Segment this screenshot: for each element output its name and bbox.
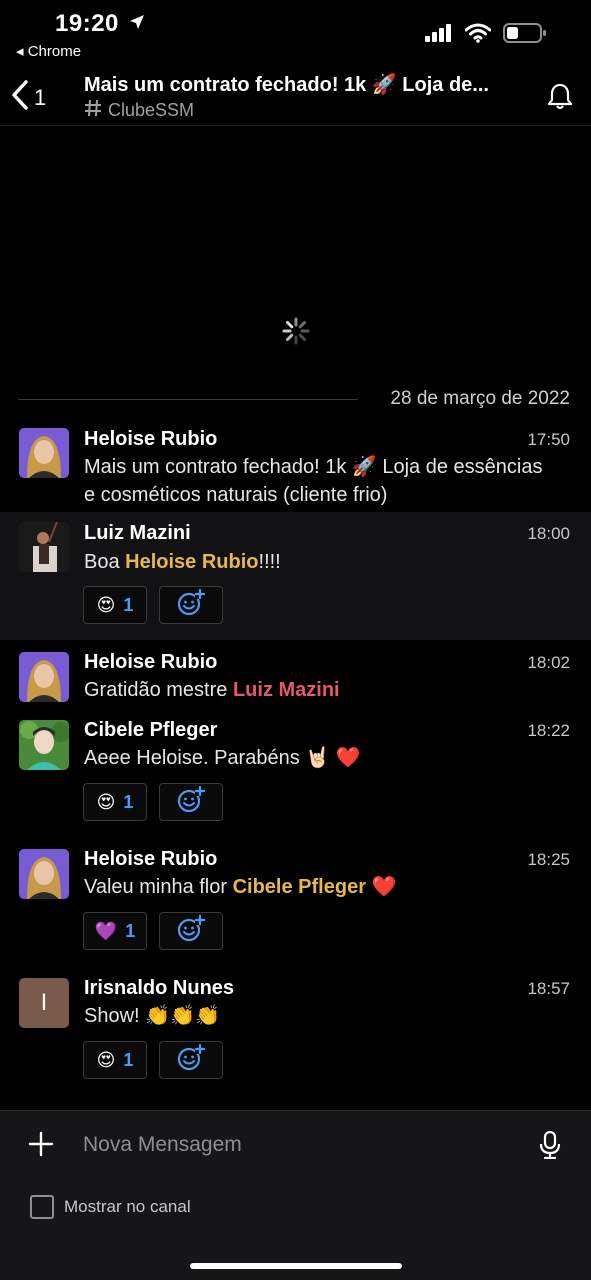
date-divider: 28 de março de 2022 bbox=[18, 386, 574, 414]
reactions-row: 😍 1 bbox=[83, 783, 223, 821]
message-text-part: Boa bbox=[84, 551, 126, 573]
signal-icon bbox=[425, 24, 453, 47]
thread-header: 1 Mais um contrato fechado! 1k 🚀 Loja de… bbox=[0, 66, 591, 126]
reaction-chip[interactable]: 💜 1 bbox=[83, 912, 147, 950]
message-text-part: Valeu minha flor bbox=[84, 876, 233, 898]
message-text: Aeee Heloise. Parabéns 🤘🏻 ❤️ bbox=[84, 747, 361, 769]
message-item[interactable]: Heloise Rubio 18:02 Gratidão mestre Luiz… bbox=[0, 645, 591, 707]
message-item[interactable]: Luiz Mazini 18:00 Boa Heloise Rubio!!!! … bbox=[0, 512, 591, 640]
add-emoji-icon bbox=[177, 785, 206, 819]
message-time: 18:00 bbox=[527, 524, 570, 543]
checkbox-label: Mostrar no canal bbox=[64, 1197, 191, 1216]
message-author[interactable]: Heloise Rubio bbox=[84, 651, 217, 674]
add-reaction-button[interactable] bbox=[159, 586, 223, 624]
message-item[interactable]: Heloise Rubio 18:25 Valeu minha flor Cib… bbox=[0, 842, 591, 962]
show-in-channel-option[interactable]: Mostrar no canal bbox=[30, 1195, 191, 1219]
unread-count: 1 bbox=[34, 84, 47, 110]
chevron-left-icon bbox=[10, 80, 30, 115]
message-author[interactable]: Cibele Pfleger bbox=[84, 719, 217, 742]
location-arrow-icon bbox=[128, 13, 146, 36]
divider-line bbox=[18, 399, 358, 400]
message-time: 18:02 bbox=[527, 653, 570, 672]
reaction-emoji: 💜 bbox=[94, 920, 118, 941]
status-icons bbox=[425, 22, 547, 49]
status-bar: 19:20 ◂ Chrome bbox=[0, 0, 591, 66]
reaction-emoji: 😍 bbox=[96, 594, 116, 615]
battery-icon bbox=[503, 22, 547, 49]
message-item[interactable]: Heloise Rubio 17:50 Mais um contrato fec… bbox=[0, 422, 591, 512]
message-text: Boa Heloise Rubio!!!! bbox=[84, 548, 554, 576]
reaction-chip[interactable]: 😍 1 bbox=[83, 783, 147, 821]
message-text: Show! 👏👏👏 bbox=[84, 1005, 220, 1027]
message-text-part: !!!! bbox=[258, 551, 281, 573]
add-emoji-icon bbox=[177, 914, 206, 948]
reactions-row: 😍 1 bbox=[83, 586, 223, 624]
avatar[interactable] bbox=[19, 652, 69, 702]
reactions-row: 😍 1 bbox=[83, 1041, 223, 1079]
date-label: 28 de março de 2022 bbox=[390, 388, 570, 409]
reaction-count: 1 bbox=[123, 791, 134, 812]
avatar[interactable] bbox=[19, 849, 69, 899]
user-mention[interactable]: Cibele Pfleger bbox=[233, 876, 366, 898]
hash-icon bbox=[84, 99, 102, 122]
message-author[interactable]: Luiz Mazini bbox=[84, 522, 191, 545]
reaction-chip[interactable]: 😍 1 bbox=[83, 586, 147, 624]
message-time: 18:22 bbox=[527, 721, 570, 740]
message-item[interactable]: Cibele Pfleger 18:22 Aeee Heloise. Parab… bbox=[0, 713, 591, 833]
add-emoji-icon bbox=[177, 1043, 206, 1077]
avatar[interactable] bbox=[19, 720, 69, 770]
thread-title: Mais um contrato fechado! 1k 🚀 Loja de..… bbox=[84, 74, 489, 96]
channel-name: ClubeSSM bbox=[108, 100, 195, 120]
reaction-count: 1 bbox=[123, 594, 134, 615]
microphone-icon[interactable] bbox=[539, 1130, 561, 1164]
back-to-app-link[interactable]: ◂ Chrome bbox=[16, 42, 81, 60]
reactions-row: 💜 1 bbox=[83, 912, 223, 950]
message-composer: Nova Mensagem Mostrar no canal bbox=[0, 1110, 591, 1280]
message-author[interactable]: Heloise Rubio bbox=[84, 428, 217, 451]
loading-spinner-icon bbox=[282, 317, 310, 350]
reaction-emoji: 😍 bbox=[96, 791, 116, 812]
show-in-channel-checkbox[interactable] bbox=[30, 1195, 54, 1219]
message-text: Mais um contrato fechado! 1k 🚀 Loja de e… bbox=[84, 456, 543, 506]
add-reaction-button[interactable] bbox=[159, 1041, 223, 1079]
message-input[interactable]: Nova Mensagem bbox=[83, 1133, 242, 1157]
add-reaction-button[interactable] bbox=[159, 912, 223, 950]
home-indicator bbox=[190, 1263, 402, 1269]
bell-icon[interactable] bbox=[547, 82, 573, 115]
avatar[interactable] bbox=[19, 428, 69, 478]
back-button[interactable]: 1 bbox=[10, 80, 46, 115]
channel-link[interactable]: ClubeSSM bbox=[84, 99, 194, 122]
user-mention[interactable]: Luiz Mazini bbox=[233, 679, 340, 701]
message-text-part: ❤️ bbox=[365, 876, 397, 898]
message-text-part: Gratidão mestre bbox=[84, 679, 233, 701]
message-text: Valeu minha flor Cibele Pfleger ❤️ bbox=[84, 873, 554, 901]
avatar[interactable] bbox=[19, 522, 69, 572]
message-item[interactable]: I Irisnaldo Nunes 18:57 Show! 👏👏👏 😍 1 bbox=[0, 971, 591, 1091]
add-reaction-button[interactable] bbox=[159, 783, 223, 821]
user-mention[interactable]: Heloise Rubio bbox=[125, 551, 258, 573]
message-author[interactable]: Heloise Rubio bbox=[84, 848, 217, 871]
reaction-count: 1 bbox=[125, 920, 136, 941]
message-text: Gratidão mestre Luiz Mazini bbox=[84, 676, 554, 704]
avatar[interactable]: I bbox=[19, 978, 69, 1028]
message-time: 18:25 bbox=[527, 850, 570, 869]
avatar-initial: I bbox=[40, 989, 48, 1016]
reaction-count: 1 bbox=[123, 1049, 134, 1070]
message-time: 18:57 bbox=[527, 979, 570, 998]
wifi-icon bbox=[464, 23, 492, 48]
plus-icon[interactable] bbox=[28, 1131, 54, 1162]
message-time: 17:50 bbox=[527, 430, 570, 449]
add-emoji-icon bbox=[177, 588, 206, 622]
reaction-emoji: 😍 bbox=[96, 1049, 116, 1070]
reaction-chip[interactable]: 😍 1 bbox=[83, 1041, 147, 1079]
message-author[interactable]: Irisnaldo Nunes bbox=[84, 977, 234, 1000]
status-time: 19:20 bbox=[55, 10, 119, 37]
